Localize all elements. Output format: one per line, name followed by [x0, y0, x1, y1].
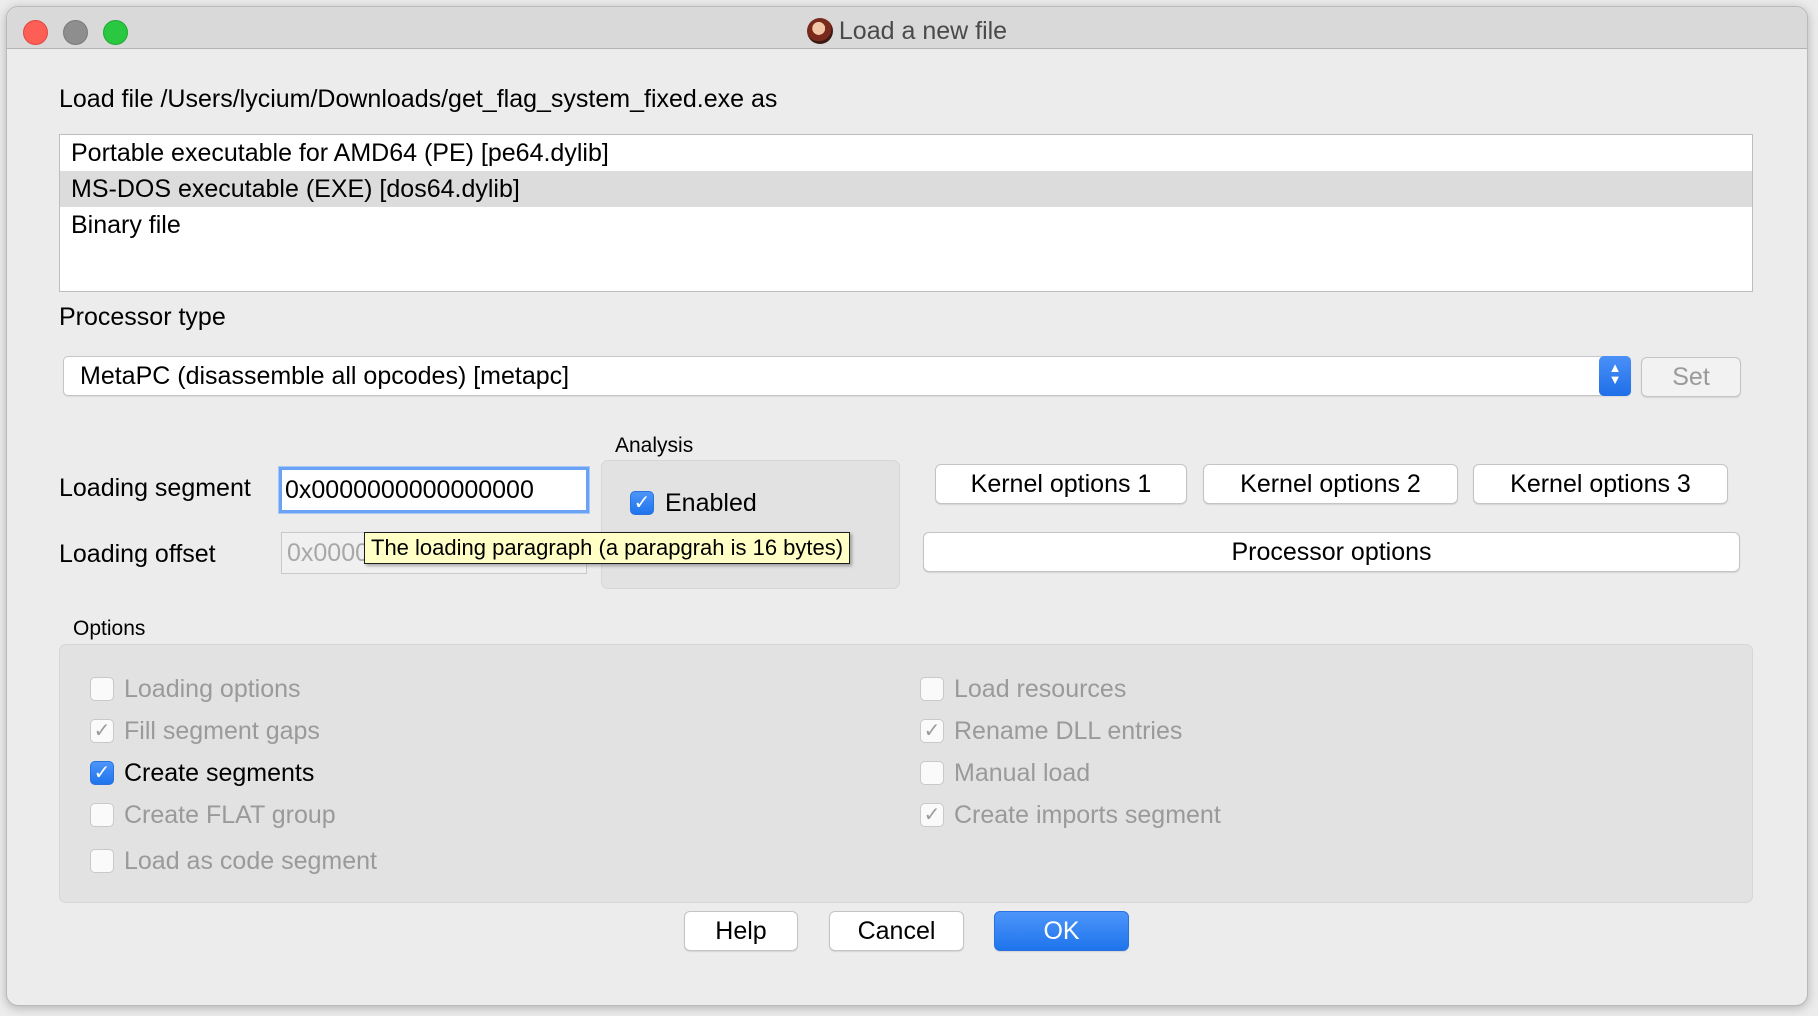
title-bar: Load a new file — [7, 7, 1807, 49]
load-as-code-segment-checkbox[interactable] — [90, 849, 114, 873]
analysis-title: Analysis — [615, 434, 694, 457]
fill-segment-gaps-checkbox[interactable]: ✓ — [90, 719, 114, 743]
create-imports-segment-checkbox[interactable]: ✓ — [920, 803, 944, 827]
processor-type-label: Processor type — [59, 303, 226, 331]
processor-options-button[interactable]: Processor options — [923, 532, 1740, 572]
create-segments-label: Create segments — [124, 759, 315, 787]
set-button[interactable]: Set — [1641, 357, 1741, 397]
load-resources-label: Load resources — [954, 675, 1127, 703]
create-imports-segment-label: Create imports segment — [954, 801, 1221, 829]
create-segments-checkbox[interactable]: ✓ — [90, 761, 114, 785]
window-title: Load a new file — [7, 17, 1807, 46]
analysis-enabled-checkbox[interactable]: ✓ — [630, 491, 654, 515]
help-button[interactable]: Help — [684, 911, 798, 951]
create-flat-group-checkbox[interactable] — [90, 803, 114, 827]
updown-chevron-icon[interactable]: ▲ ▼ — [1599, 356, 1631, 396]
processor-type-value: MetaPC (disassemble all opcodes) [metapc… — [80, 362, 570, 390]
loading-options-label: Loading options — [124, 675, 301, 703]
ida-app-icon — [806, 18, 833, 44]
load-as-code-segment-label: Load as code segment — [124, 847, 377, 875]
loading-segment-tooltip: The loading paragraph (a parapgrah is 16… — [364, 532, 851, 564]
load-file-dialog: Load a new file Load file /Users/lycium/… — [6, 6, 1808, 1006]
rename-dll-entries-label: Rename DLL entries — [954, 717, 1183, 745]
manual-load-label: Manual load — [954, 759, 1091, 787]
window-title-text: Load a new file — [838, 17, 1008, 45]
loader-item-dos64[interactable]: MS-DOS executable (EXE) [dos64.dylib] — [60, 171, 1752, 207]
loader-item-pe64[interactable]: Portable executable for AMD64 (PE) [pe64… — [60, 135, 1752, 171]
fill-segment-gaps-label: Fill segment gaps — [124, 717, 320, 745]
loader-list[interactable]: Portable executable for AMD64 (PE) [pe64… — [59, 134, 1753, 292]
load-resources-checkbox[interactable] — [920, 677, 944, 701]
loading-segment-input[interactable]: 0x0000000000000000 — [279, 467, 589, 513]
kernel-options-2-button[interactable]: Kernel options 2 — [1203, 464, 1458, 504]
loading-offset-label: Loading offset — [59, 540, 216, 568]
loading-options-checkbox[interactable] — [90, 677, 114, 701]
rename-dll-entries-checkbox[interactable]: ✓ — [920, 719, 944, 743]
manual-load-checkbox[interactable] — [920, 761, 944, 785]
kernel-options-1-button[interactable]: Kernel options 1 — [935, 464, 1187, 504]
processor-type-select[interactable]: MetaPC (disassemble all opcodes) [metapc… — [63, 356, 1631, 396]
cancel-button[interactable]: Cancel — [829, 911, 964, 951]
loader-item-binary[interactable]: Binary file — [60, 207, 1752, 243]
options-title: Options — [73, 617, 146, 640]
load-file-label: Load file /Users/lycium/Downloads/get_fl… — [59, 85, 778, 113]
create-flat-group-label: Create FLAT group — [124, 801, 336, 829]
analysis-groupbox — [601, 460, 900, 589]
ok-button[interactable]: OK — [994, 911, 1129, 951]
loading-segment-label: Loading segment — [59, 474, 251, 502]
kernel-options-3-button[interactable]: Kernel options 3 — [1473, 464, 1728, 504]
analysis-enabled-label: Enabled — [665, 489, 757, 517]
